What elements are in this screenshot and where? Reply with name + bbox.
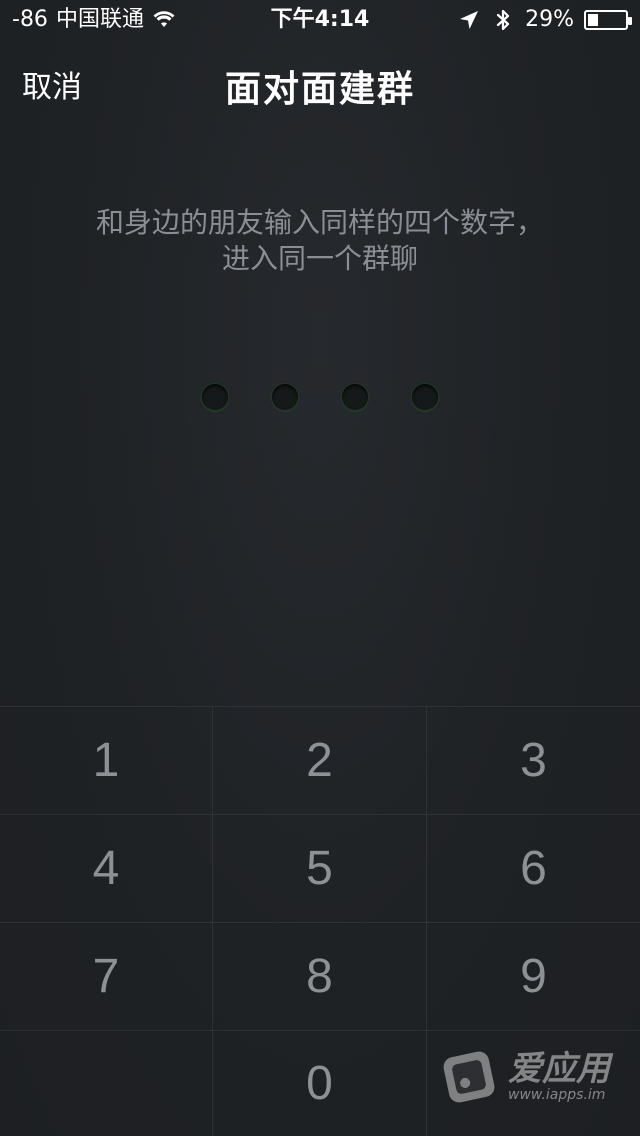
keypad-key-9[interactable]: 9	[427, 923, 640, 1031]
bluetooth-icon	[491, 8, 515, 32]
location-arrow-icon	[457, 8, 481, 32]
battery-icon	[584, 10, 632, 30]
keypad-key-2[interactable]: 2	[213, 707, 427, 815]
nav-bar: 取消 面对面建群	[0, 40, 640, 128]
code-dot	[412, 384, 438, 410]
status-right: 29%	[457, 0, 632, 40]
page-title: 面对面建群	[224, 69, 415, 110]
watermark-url: www.iapps.im	[508, 1087, 606, 1103]
keypad-key-1[interactable]: 1	[0, 707, 213, 815]
battery-fill	[588, 14, 599, 26]
code-dots	[0, 384, 640, 410]
instruction-line-1: 和身边的朋友输入同样的四个数字，	[95, 206, 544, 239]
keypad-blank	[0, 1031, 213, 1136]
keypad-key-3[interactable]: 3	[427, 707, 640, 815]
screen: -86 中国联通 下午4:14 29% 取消 面对面建群 和身边的朋友输入同样的…	[0, 0, 640, 1136]
keypad-key-0[interactable]: 0	[213, 1031, 427, 1136]
watermark: 爱应用 www.iapps.im	[438, 1046, 610, 1108]
battery-percent: 29%	[525, 7, 574, 32]
code-dot	[342, 384, 368, 410]
keypad-key-7[interactable]: 7	[0, 923, 213, 1031]
watermark-text: 爱应用 www.iapps.im	[508, 1051, 610, 1103]
instruction-line-2: 进入同一个群聊	[221, 242, 418, 275]
code-dot	[202, 384, 228, 410]
keypad-key-5[interactable]: 5	[213, 815, 427, 923]
keypad-key-8[interactable]: 8	[213, 923, 427, 1031]
keypad-key-6[interactable]: 6	[427, 815, 640, 923]
instructions: 和身边的朋友输入同样的四个数字， 进入同一个群聊	[0, 205, 640, 277]
status-bar: -86 中国联通 下午4:14 29%	[0, 0, 640, 40]
watermark-logo-icon	[443, 1051, 495, 1103]
watermark-title: 爱应用	[508, 1049, 610, 1089]
code-dot	[272, 384, 298, 410]
keypad-key-4[interactable]: 4	[0, 815, 213, 923]
